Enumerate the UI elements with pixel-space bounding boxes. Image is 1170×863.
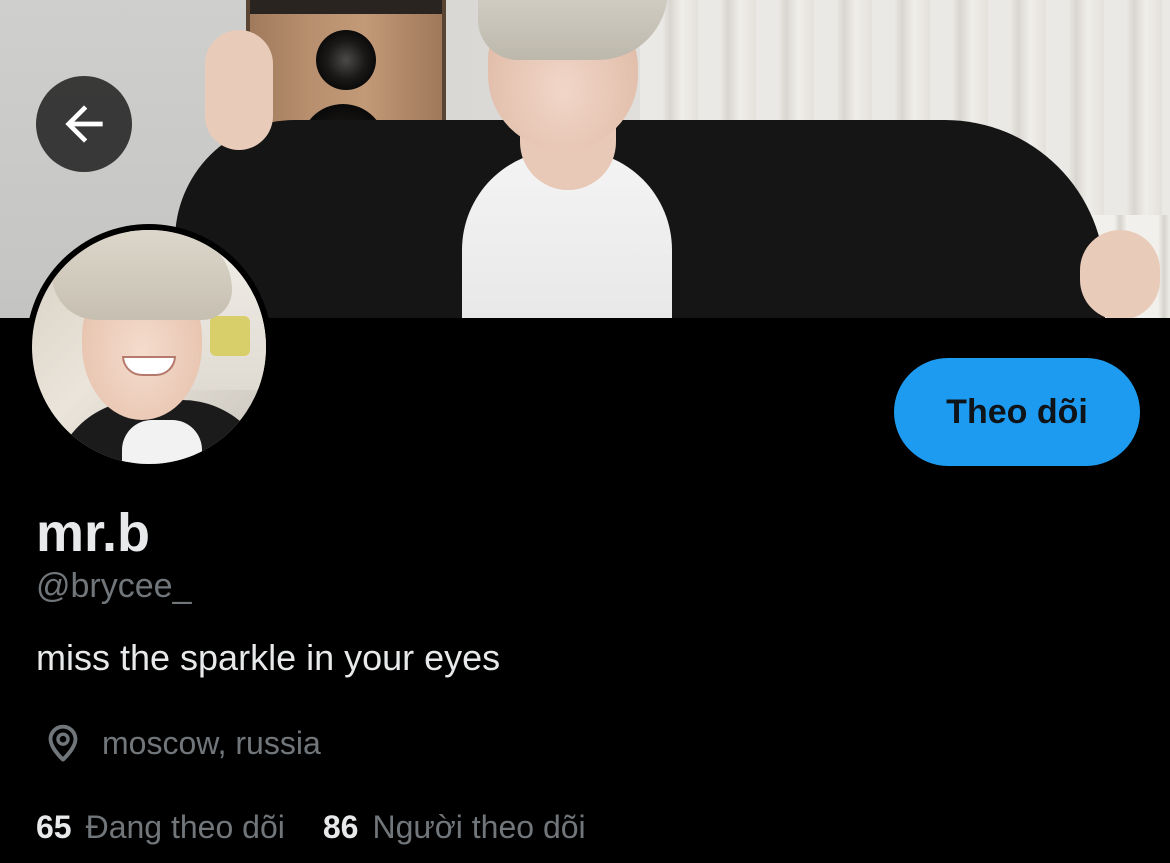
followers-count: 86 (322, 808, 359, 845)
location-text: moscow, russia (102, 724, 321, 761)
arrow-left-icon (65, 105, 103, 143)
following-link[interactable]: 65 Đang theo dõi (36, 809, 285, 846)
display-name: mr.b (36, 503, 151, 563)
profile-bio: miss the sparkle in your eyes (36, 637, 501, 678)
followers-link[interactable]: 86 Người theo dõi (323, 809, 586, 846)
back-button[interactable] (36, 76, 132, 172)
following-count: 65 (36, 808, 72, 845)
user-handle: @brycee_ (36, 567, 192, 605)
following-label: Đang theo dõi (85, 808, 285, 845)
location-pin-icon (36, 716, 90, 770)
profile-location: moscow, russia (36, 716, 321, 770)
follow-stats: 65 Đang theo dõi 86 Người theo dõi (36, 804, 624, 850)
followers-label: Người theo dõi (372, 808, 586, 845)
avatar[interactable] (26, 224, 272, 470)
follow-button[interactable]: Theo dõi (894, 358, 1140, 466)
